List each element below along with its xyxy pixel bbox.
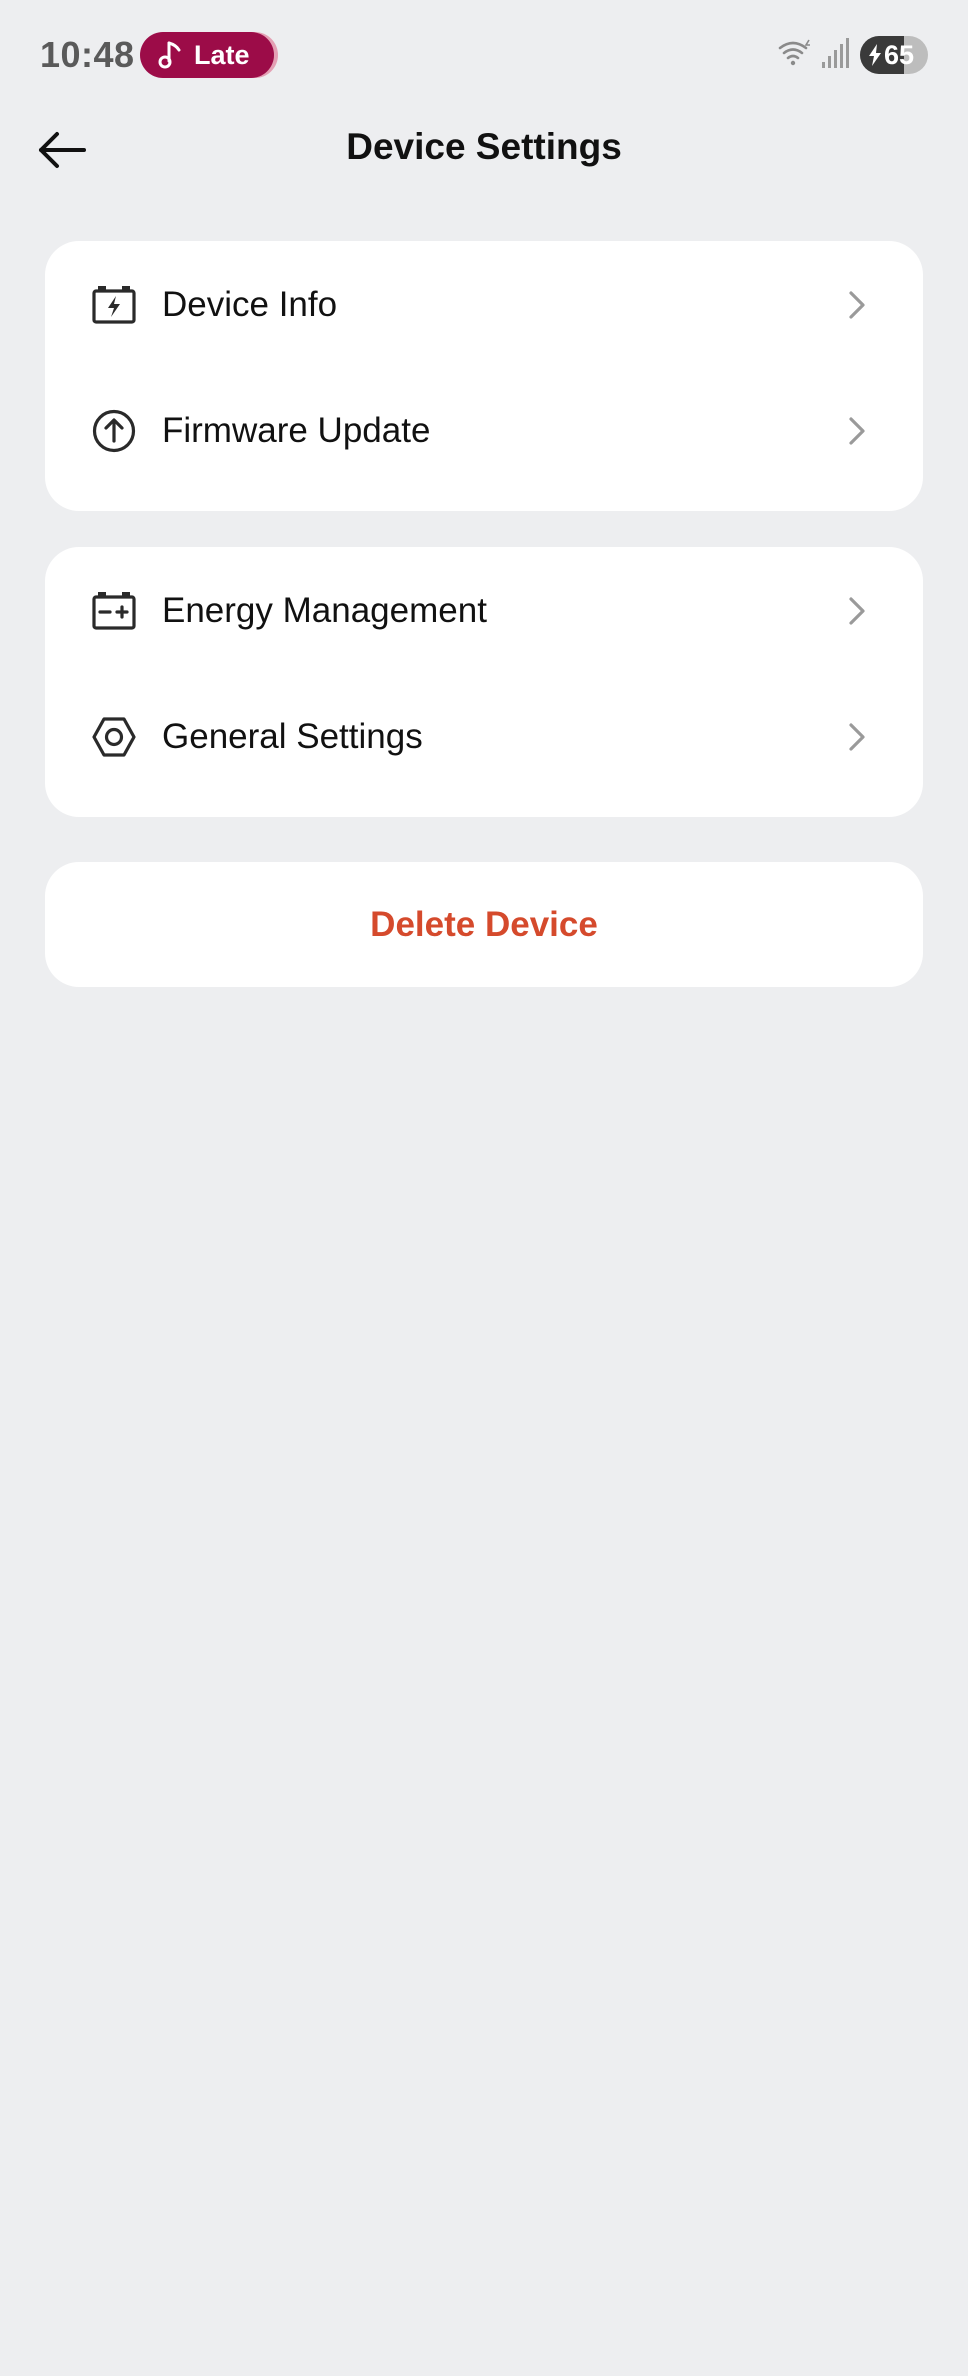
chevron-right-icon <box>849 723 865 751</box>
device-info-label: Device Info <box>162 285 338 324</box>
battery-plus-minus-icon <box>92 592 136 630</box>
music-note-icon <box>158 41 181 69</box>
chevron-right-icon <box>849 417 865 445</box>
status-time: 10:48 <box>40 34 135 75</box>
page-title: Device Settings <box>346 126 622 167</box>
firmware-update-row[interactable]: Firmware Update <box>45 368 923 494</box>
general-settings-row[interactable]: General Settings <box>45 674 923 800</box>
circle-arrow-up-icon <box>92 409 136 453</box>
chevron-right-icon <box>849 597 865 625</box>
signal-icon <box>822 38 849 68</box>
energy-management-row[interactable]: Energy Management <box>45 548 923 674</box>
firmware-update-label: Firmware Update <box>162 411 431 450</box>
delete-device-button[interactable]: Delete Device <box>45 862 923 987</box>
energy-management-label: Energy Management <box>162 591 487 630</box>
battery-charging-icon <box>869 44 881 66</box>
battery-bolt-icon <box>92 286 136 324</box>
delete-device-card: Delete Device <box>45 862 923 987</box>
delete-device-label: Delete Device <box>370 904 598 944</box>
battery-level: 65 <box>884 40 915 70</box>
device-settings-screen: 10:48 Late 65 Device Settings Device Inf… <box>0 0 968 2376</box>
chevron-right-icon <box>849 291 865 319</box>
battery-indicator: 65 <box>860 36 928 74</box>
hexagon-gear-icon <box>92 717 136 757</box>
general-settings-label: General Settings <box>162 717 423 756</box>
settings-group-energy: Energy Management General Settings <box>45 547 923 817</box>
media-pill[interactable]: Late <box>140 32 274 78</box>
wifi-icon <box>778 39 810 66</box>
media-pill-label: Late <box>194 39 250 70</box>
device-info-row[interactable]: Device Info <box>45 242 923 368</box>
header: Device Settings <box>0 110 968 190</box>
status-bar: 10:48 Late 65 <box>0 0 968 110</box>
settings-group-device: Device Info Firmware Update <box>45 241 923 511</box>
